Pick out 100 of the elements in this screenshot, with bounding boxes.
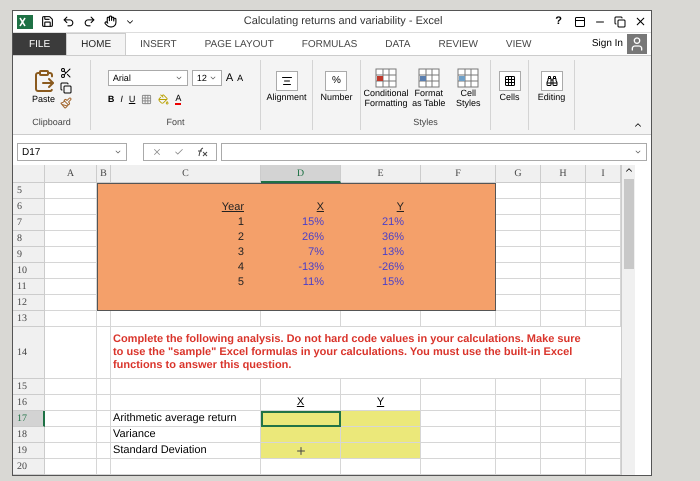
row-header[interactable]: 11 (13, 279, 45, 295)
ribbon-tab[interactable]: INSERT (126, 33, 191, 55)
column-header[interactable]: I (586, 165, 621, 183)
table-cell: 21% (382, 216, 404, 229)
column-header[interactable]: D (261, 165, 341, 183)
row-header[interactable]: 12 (13, 295, 45, 311)
worksheet-cell[interactable]: Standard Deviation (111, 443, 261, 459)
user-avatar[interactable] (627, 34, 647, 54)
insert-function-icon[interactable] (196, 147, 208, 157)
row-header[interactable]: 10 (13, 263, 45, 279)
table-cell: -26% (378, 261, 404, 274)
ribbon-tab[interactable]: VIEW (492, 33, 546, 55)
ribbon-tab[interactable]: FORMULAS (288, 33, 372, 55)
vertical-scrollbar[interactable] (621, 165, 635, 475)
select-all-corner[interactable] (13, 165, 45, 183)
name-box[interactable]: D17 (17, 143, 127, 161)
column-header[interactable]: B (97, 165, 111, 183)
alignment-button[interactable]: Alignment (266, 71, 307, 105)
borders-icon[interactable] (141, 94, 152, 105)
row-header[interactable]: 17 (13, 411, 45, 427)
grow-font-button[interactable]: A (226, 70, 234, 86)
copy-icon[interactable] (60, 82, 72, 94)
formula-input[interactable] (221, 143, 647, 161)
save-icon[interactable] (41, 15, 54, 28)
column-header[interactable]: F (421, 165, 496, 183)
binoculars-icon (546, 75, 558, 88)
row-header[interactable]: 20 (13, 459, 45, 475)
group-label: Font (165, 116, 186, 129)
column-header[interactable]: G (496, 165, 541, 183)
cut-icon[interactable] (60, 67, 72, 79)
row-header[interactable]: 19 (13, 443, 45, 459)
italic-button[interactable]: I (120, 92, 123, 106)
row-header[interactable]: 15 (13, 379, 45, 395)
table-cell: 1 (238, 216, 244, 229)
row-header[interactable]: 18 (13, 427, 45, 443)
instructions-cell[interactable]: Complete the following analysis. Do not hard code values in your calculations. Make sure to use the "sample" Excel formulas in your calculations. You must use the built-in Excel functions to answer this question. (111, 327, 621, 379)
caret-icon (634, 148, 642, 156)
table-header: Year (222, 200, 244, 214)
font-size-field[interactable]: 12 (192, 70, 222, 86)
sign-in-link[interactable]: Sign In (592, 36, 623, 51)
column-header[interactable]: C (111, 165, 261, 183)
ribbon-display-icon[interactable] (574, 16, 586, 28)
ribbon-tab[interactable]: REVIEW (424, 33, 492, 55)
ribbon-tab[interactable]: HOME (66, 33, 126, 55)
help-button[interactable]: ? (551, 13, 566, 30)
table-grid-icon (375, 68, 397, 88)
shrink-font-button[interactable]: A (237, 72, 244, 85)
styles-button[interactable]: Cell Styles (450, 68, 486, 108)
redo-icon[interactable] (83, 15, 96, 28)
row-header[interactable]: 8 (13, 231, 45, 247)
number-button[interactable]: % Number (320, 71, 352, 105)
styles-button[interactable]: Conditional Formatting (365, 68, 407, 108)
file-tab[interactable]: FILE (13, 33, 66, 55)
table-cell: 15% (302, 216, 324, 229)
group-label: Styles (412, 116, 439, 129)
ribbon-tab[interactable]: DATA (371, 33, 424, 55)
column-header[interactable]: H (541, 165, 586, 183)
format-painter-icon[interactable] (60, 97, 72, 109)
table-cell: 2 (238, 231, 244, 244)
row-header[interactable]: 13 (13, 311, 45, 327)
paste-button[interactable]: Paste (32, 69, 56, 107)
ribbon-tab[interactable]: PAGE LAYOUT (190, 33, 288, 55)
row-header[interactable]: 5 (13, 183, 45, 199)
enter-icon[interactable] (174, 147, 184, 157)
font-name-field[interactable]: Arial (108, 70, 188, 86)
window-title: Calculating returns and variability - Excel (242, 14, 444, 30)
table-cell: 13% (382, 246, 404, 259)
touch-mode-icon[interactable] (104, 15, 117, 28)
scrollbar-thumb[interactable] (624, 179, 634, 269)
close-icon[interactable] (634, 15, 647, 28)
row-header[interactable]: 16 (13, 395, 45, 411)
cells-grid-icon (504, 75, 516, 88)
worksheet-cell[interactable]: Variance (111, 427, 261, 443)
table-cell: 15% (382, 276, 404, 289)
column-header[interactable]: A (45, 165, 97, 183)
row-header[interactable]: 6 (13, 199, 45, 215)
row-header[interactable]: 14 (13, 327, 45, 379)
underline-button[interactable]: U (128, 92, 136, 106)
row-header[interactable]: 7 (13, 215, 45, 231)
editing-button[interactable]: Editing (538, 71, 566, 105)
font-color-button[interactable]: A (175, 93, 182, 106)
bold-button[interactable]: B (108, 92, 114, 106)
caret-icon (114, 148, 122, 156)
fill-color-icon[interactable] (158, 94, 170, 105)
table-header: X (316, 200, 324, 214)
undo-icon[interactable] (62, 15, 75, 28)
column-header[interactable]: E (341, 165, 421, 183)
worksheet-cell[interactable] (261, 411, 341, 427)
table-grid-icon (457, 68, 480, 88)
restore-icon[interactable] (614, 16, 626, 28)
worksheet-cell[interactable]: Arithmetic average return (111, 411, 261, 427)
table-cell: 36% (382, 231, 404, 244)
align-center-icon (280, 75, 292, 88)
row-header[interactable]: 9 (13, 247, 45, 263)
cursor-plus-icon (294, 444, 306, 456)
table-cell: 26% (302, 231, 324, 244)
table-cell: 3 (238, 246, 244, 259)
cancel-icon[interactable] (152, 147, 162, 157)
styles-button[interactable]: Format as Table (411, 68, 446, 108)
table-cell: 4 (238, 261, 244, 274)
